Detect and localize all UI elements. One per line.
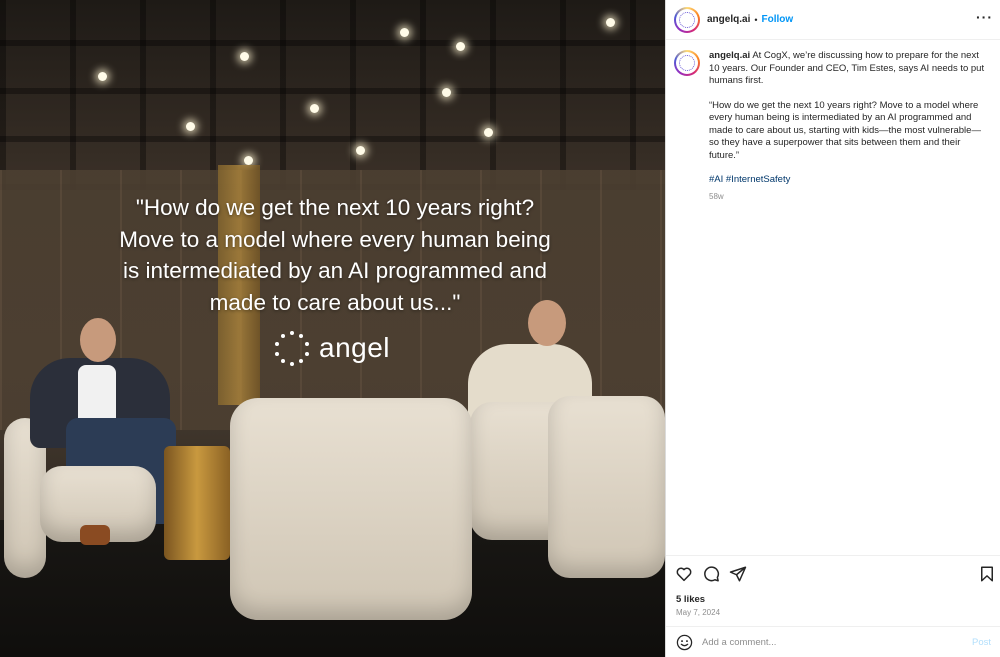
ceiling-light: [244, 156, 253, 165]
quote-line: is intermediated by an AI programmed and: [123, 258, 547, 283]
ceiling-light: [442, 88, 451, 97]
ceiling-light: [456, 42, 465, 51]
avatar[interactable]: [674, 6, 700, 33]
follow-button[interactable]: Follow: [762, 14, 794, 25]
post-actions: 5 likes May 7, 2024: [666, 555, 1000, 625]
angel-dots-icon: [275, 331, 309, 366]
more-horizontal-icon[interactable]: ···: [976, 10, 993, 24]
likes-count[interactable]: 5 likes: [676, 594, 705, 605]
ceiling-light: [98, 72, 107, 81]
center-stool: [230, 398, 472, 620]
post-comment-button[interactable]: Post: [972, 637, 991, 648]
comment-bar: Post: [666, 626, 1000, 657]
comment-input[interactable]: [702, 636, 952, 648]
post-sidebar: angelq.ai • Follow ··· angelq.ai At CogX…: [665, 0, 1000, 657]
instagram-post-view: "How do we get the next 10 years right? …: [0, 0, 1000, 657]
ceiling-decor: [0, 0, 665, 190]
avatar-logo-icon: [679, 55, 695, 71]
ceiling-light: [240, 52, 249, 61]
post-age: 58w: [709, 191, 724, 201]
header-username[interactable]: angelq.ai: [707, 14, 750, 25]
image-quote: "How do we get the next 10 years right? …: [80, 192, 590, 318]
separator-dot: •: [754, 14, 758, 25]
bookmark-icon[interactable]: [978, 565, 996, 583]
post-image[interactable]: "How do we get the next 10 years right? …: [0, 0, 665, 657]
caption-body: At CogX, we’re discussing how to prepare…: [709, 50, 985, 86]
ceiling-light: [310, 104, 319, 113]
heart-icon[interactable]: [675, 565, 693, 583]
ceiling-light: [400, 28, 409, 37]
avatar-logo-icon: [679, 11, 695, 28]
ceiling-light: [484, 128, 493, 137]
brand-name: angel: [319, 332, 391, 363]
angel-logo: angel: [275, 330, 390, 366]
post-date: May 7, 2024: [676, 608, 721, 617]
ceiling-light: [186, 122, 195, 131]
post-header: angelq.ai • Follow ···: [666, 0, 1000, 40]
caption-username[interactable]: angelq.ai: [709, 50, 750, 61]
side-table: [164, 446, 230, 560]
hashtag-link[interactable]: #AI: [709, 174, 723, 185]
speaker-left-shoe: [80, 525, 110, 545]
speaker-left-head: [80, 318, 116, 362]
comment-icon[interactable]: [702, 565, 720, 583]
hashtag-link[interactable]: #InternetSafety: [726, 174, 790, 185]
chair: [548, 396, 665, 578]
quote-line: made to care about us...": [209, 289, 461, 315]
caption-text: angelq.ai At CogX, we’re discussing how …: [709, 50, 989, 203]
caption-quote: “How do we get the next 10 years right? …: [709, 99, 981, 161]
avatar[interactable]: [674, 50, 700, 76]
quote-line: Move to a model where every human being: [119, 226, 551, 252]
ceiling-light: [606, 18, 615, 27]
quote-line: "How do we get the next 10 years right?: [135, 195, 535, 220]
hashtags: #AI #InternetSafety: [709, 174, 989, 187]
caption-paragraph: angelq.ai At CogX, we’re discussing how …: [709, 50, 989, 88]
ceiling-light: [356, 146, 365, 155]
caption: angelq.ai At CogX, we’re discussing how …: [674, 50, 992, 203]
share-icon[interactable]: [729, 565, 747, 583]
emoji-icon[interactable]: [676, 634, 693, 651]
